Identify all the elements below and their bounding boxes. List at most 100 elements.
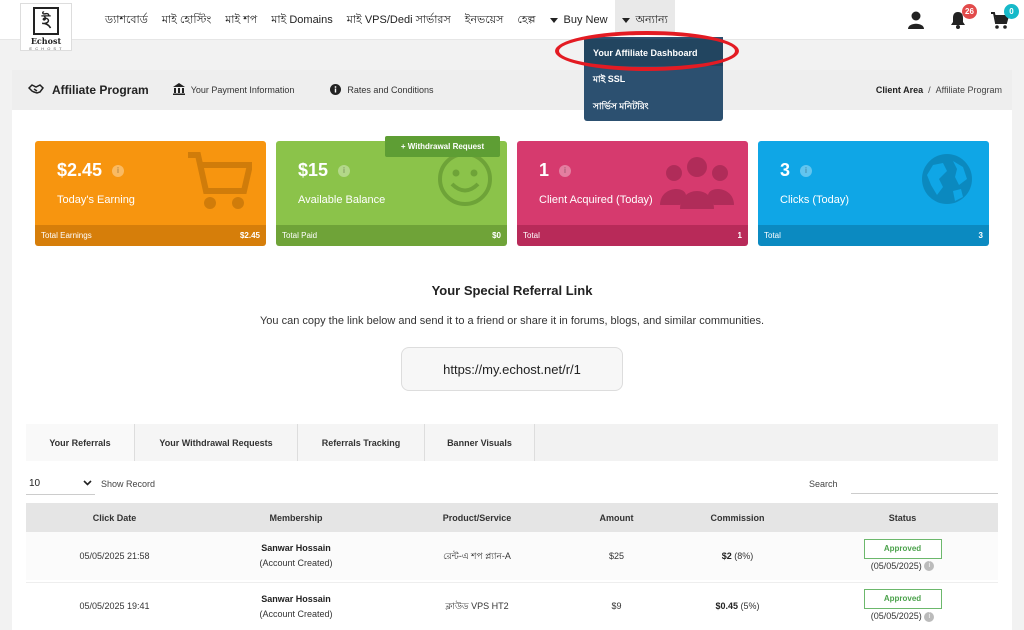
nav-my-shop[interactable]: মাই শপ (218, 0, 264, 40)
card-value-row: 1i (539, 160, 572, 181)
top-navbar: ই Echost E C H O S T ড্যাশবোর্ড মাই হোস্… (0, 0, 1024, 51)
caret-down-icon (549, 17, 558, 23)
table-row: 05/05/2025 21:58 Sanwar Hossain (Account … (26, 532, 998, 580)
nav-more[interactable]: অন্যান্য (614, 0, 675, 34)
info-icon[interactable]: i (559, 164, 572, 177)
card-foot-value: $2.45 (239, 231, 260, 240)
table-header: Click Date Membership Product/Service Am… (26, 503, 998, 532)
header-membership[interactable]: Membership (203, 513, 389, 523)
card-clicks: 3 i Clicks (Today) Total 3 (758, 141, 989, 246)
cart-badge: 0 (1004, 4, 1019, 19)
cell-product: ক্লাউড VPS HT2 (445, 601, 509, 611)
user-icon[interactable] (906, 10, 926, 30)
tab-referrals-tracking[interactable]: Referrals Tracking (298, 424, 425, 461)
logo-name: Echost (30, 36, 62, 46)
card-foot-value: 3 (978, 231, 983, 240)
card-footer: Total 1 (517, 225, 748, 246)
more-dropdown-menu: Your Affiliate Dashboard মাই SSL সার্ভিস… (584, 37, 723, 121)
breadcrumb-current: Affiliate Program (935, 85, 1002, 95)
card-label: Available Balance (298, 194, 386, 206)
bell-icon[interactable]: 26 (948, 4, 977, 30)
affiliate-subheader: Affiliate Program Your Payment Informati… (12, 70, 1012, 110)
nav-my-vps[interactable]: মাই VPS/Dedi সার্ভারস (340, 0, 458, 40)
cart-icon[interactable]: 0 (990, 4, 1019, 30)
nav-menu: ড্যাশবোর্ড মাই হোস্টিং মাই শপ মাই Domain… (98, 0, 675, 40)
referral-link-box[interactable]: https://my.echost.net/r/1 (401, 347, 623, 391)
handshake-icon (27, 83, 44, 98)
referral-title: Your Special Referral Link (431, 283, 593, 298)
card-value-row: $15 i (298, 160, 351, 181)
cell-date: 05/05/2025 19:41 (79, 601, 150, 611)
status-badge: Approved (863, 538, 942, 559)
logo-mark: ই (33, 7, 59, 35)
affiliate-title: Affiliate Program (27, 83, 149, 98)
cell-membership: Sanwar Hossain (Account Created) (203, 541, 389, 571)
nav-buy-new[interactable]: Buy New (543, 0, 615, 40)
header-status[interactable]: Status (807, 513, 998, 523)
nav-icons: 26 0 (906, 0, 1019, 40)
echost-logo[interactable]: ই Echost E C H O S T (20, 3, 72, 51)
card-label: Clicks (Today) (780, 194, 850, 206)
rates-link[interactable]: Rates and Conditions (330, 83, 433, 97)
nav-help[interactable]: হেল্প (510, 0, 542, 40)
tab-banner-visuals[interactable]: Banner Visuals (425, 424, 535, 461)
header-click-date[interactable]: Click Date (26, 513, 203, 523)
commission-pct: (8%) (734, 550, 754, 561)
status-date: (05/05/2025) (870, 560, 922, 571)
dropdown-item-my-ssl[interactable]: মাই SSL (584, 66, 723, 93)
tab-withdrawal-requests[interactable]: Your Withdrawal Requests (135, 424, 298, 461)
payment-info-link[interactable]: Your Payment Information (172, 83, 295, 97)
payment-info-label: Your Payment Information (190, 85, 295, 95)
card-client-acquired: 1i Client Acquired (Today) Total 1 (517, 141, 748, 246)
info-icon[interactable]: i (338, 164, 351, 177)
header-commission[interactable]: Commission (668, 513, 807, 523)
search-label: Search (809, 479, 838, 489)
card-foot-label: Total (764, 231, 781, 240)
nav-my-hosting[interactable]: মাই হোস্টিং (155, 0, 218, 40)
member-note: (Account Created) (259, 608, 333, 619)
nav-my-domains[interactable]: মাই Domains (264, 0, 339, 40)
card-foot-value: $0 (492, 231, 501, 240)
cell-amount: $9 (611, 601, 622, 611)
nav-more-label: অন্যান্য (635, 13, 668, 26)
cell-date: 05/05/2025 21:58 (79, 550, 150, 561)
shopping-cart-icon (186, 151, 254, 218)
card-foot-value: 1 (737, 231, 742, 240)
card-todays-earning: $2.45 i Today's Earning Total Earnings $2.… (35, 141, 266, 246)
dropdown-item-affiliate-dashboard[interactable]: Your Affiliate Dashboard (584, 39, 723, 66)
records-per-page-select[interactable]: 10 (26, 473, 95, 495)
card-footer: Total Paid $0 (276, 225, 507, 246)
card-foot-label: Total Earnings (41, 231, 92, 240)
info-icon[interactable]: i (924, 561, 935, 572)
card-value: $15 (298, 160, 329, 180)
search-input[interactable] (851, 472, 998, 494)
globe-icon (919, 151, 975, 212)
commission-value: $2 (721, 550, 732, 561)
info-icon[interactable]: i (924, 611, 935, 622)
caret-down-icon (621, 17, 630, 23)
breadcrumb: Client Area / Affiliate Program (876, 70, 1002, 110)
nav-buy-new-label: Buy New (563, 14, 608, 26)
card-foot-label: Total (523, 231, 540, 240)
dropdown-item-service-monitoring[interactable]: সার্ভিস মনিটরিং (584, 93, 723, 120)
referral-tabs: Your Referrals Your Withdrawal Requests … (26, 424, 998, 461)
smiley-icon (437, 151, 493, 212)
tab-your-referrals[interactable]: Your Referrals (26, 424, 135, 461)
card-value: $2.45 (57, 160, 103, 180)
info-icon[interactable]: i (800, 164, 813, 177)
records-label: Show Record (101, 479, 156, 489)
status-badge: Approved (863, 589, 942, 609)
cell-membership: Sanwar Hossain (Account Created) (203, 592, 389, 622)
card-footer: Total 3 (758, 225, 989, 246)
tabs-filler (535, 424, 998, 461)
header-amount[interactable]: Amount (565, 513, 668, 523)
header-product[interactable]: Product/Service (389, 513, 565, 523)
cell-commission: $0.45 (5%) (668, 599, 807, 614)
breadcrumb-client-area[interactable]: Client Area (876, 85, 923, 95)
nav-dashboard[interactable]: ড্যাশবোর্ড (98, 0, 155, 40)
nav-invoices[interactable]: ইনভয়েস (458, 0, 511, 40)
card-foot-label: Total Paid (282, 231, 318, 240)
breadcrumb-separator: / (928, 85, 931, 95)
withdrawal-request-button[interactable]: + Withdrawal Request (385, 136, 500, 157)
info-icon[interactable]: i (112, 164, 125, 177)
